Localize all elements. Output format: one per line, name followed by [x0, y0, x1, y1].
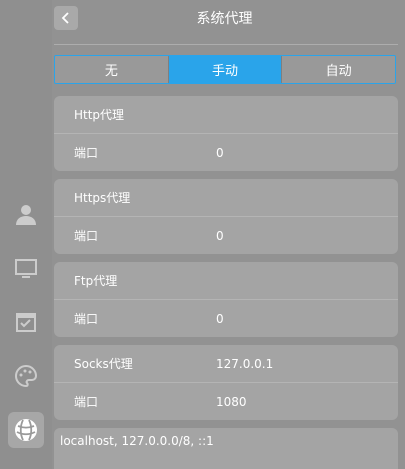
proxy-mode-selector: 无 手动 自动 [54, 55, 396, 84]
ftp-port-label: 端口 [74, 312, 99, 326]
socks-proxy-group: Socks代理 127.0.0.1 端口 1080 [54, 345, 398, 420]
https-proxy-label: Https代理 [74, 191, 131, 205]
http-proxy-group: Http代理 端口 0 [54, 96, 398, 171]
ftp-port-row[interactable]: 端口 0 [54, 299, 398, 337]
socks-port-input[interactable]: 1080 [216, 395, 247, 409]
http-proxy-row[interactable]: Http代理 [54, 96, 398, 133]
personalization-icon[interactable] [10, 360, 42, 392]
page-title: 系统代理 [196, 11, 253, 27]
ftp-proxy-row[interactable]: Ftp代理 [54, 262, 398, 299]
ftp-proxy-label: Ftp代理 [74, 274, 118, 288]
ftp-proxy-group: Ftp代理 端口 0 [54, 262, 398, 337]
proxy-settings-panel: 系统代理 无 手动 自动 Http代理 端口 0 Https代理 端口 0 Ft… [52, 0, 405, 469]
http-port-label: 端口 [74, 146, 99, 160]
socks-port-row[interactable]: 端口 1080 [54, 382, 398, 420]
tab-none[interactable]: 无 [55, 56, 168, 83]
https-proxy-group: Https代理 端口 0 [54, 179, 398, 254]
https-port-row[interactable]: 端口 0 [54, 216, 398, 254]
calendar-check-icon[interactable] [10, 306, 42, 338]
socks-proxy-label: Socks代理 [74, 357, 133, 371]
http-port-row[interactable]: 端口 0 [54, 133, 398, 171]
http-port-input[interactable]: 0 [216, 146, 224, 160]
ftp-port-input[interactable]: 0 [216, 312, 224, 326]
ignore-hosts-textarea[interactable]: localhost, 127.0.0.0/8, ::1 [54, 428, 398, 469]
left-sidebar [0, 0, 52, 469]
tab-manual[interactable]: 手动 [167, 56, 282, 83]
display-icon[interactable] [10, 253, 42, 285]
socks-proxy-row[interactable]: Socks代理 127.0.0.1 [54, 345, 398, 382]
header-divider [54, 44, 398, 45]
socks-host-input[interactable]: 127.0.0.1 [216, 357, 273, 371]
https-proxy-row[interactable]: Https代理 [54, 179, 398, 216]
network-icon[interactable] [8, 412, 44, 448]
https-port-label: 端口 [74, 229, 99, 243]
ignore-hosts-value: localhost, 127.0.0.0/8, ::1 [60, 434, 214, 448]
tab-auto[interactable]: 自动 [281, 56, 395, 83]
socks-port-label: 端口 [74, 395, 99, 409]
user-icon[interactable] [10, 198, 42, 230]
http-proxy-label: Http代理 [74, 108, 125, 122]
https-port-input[interactable]: 0 [216, 229, 224, 243]
